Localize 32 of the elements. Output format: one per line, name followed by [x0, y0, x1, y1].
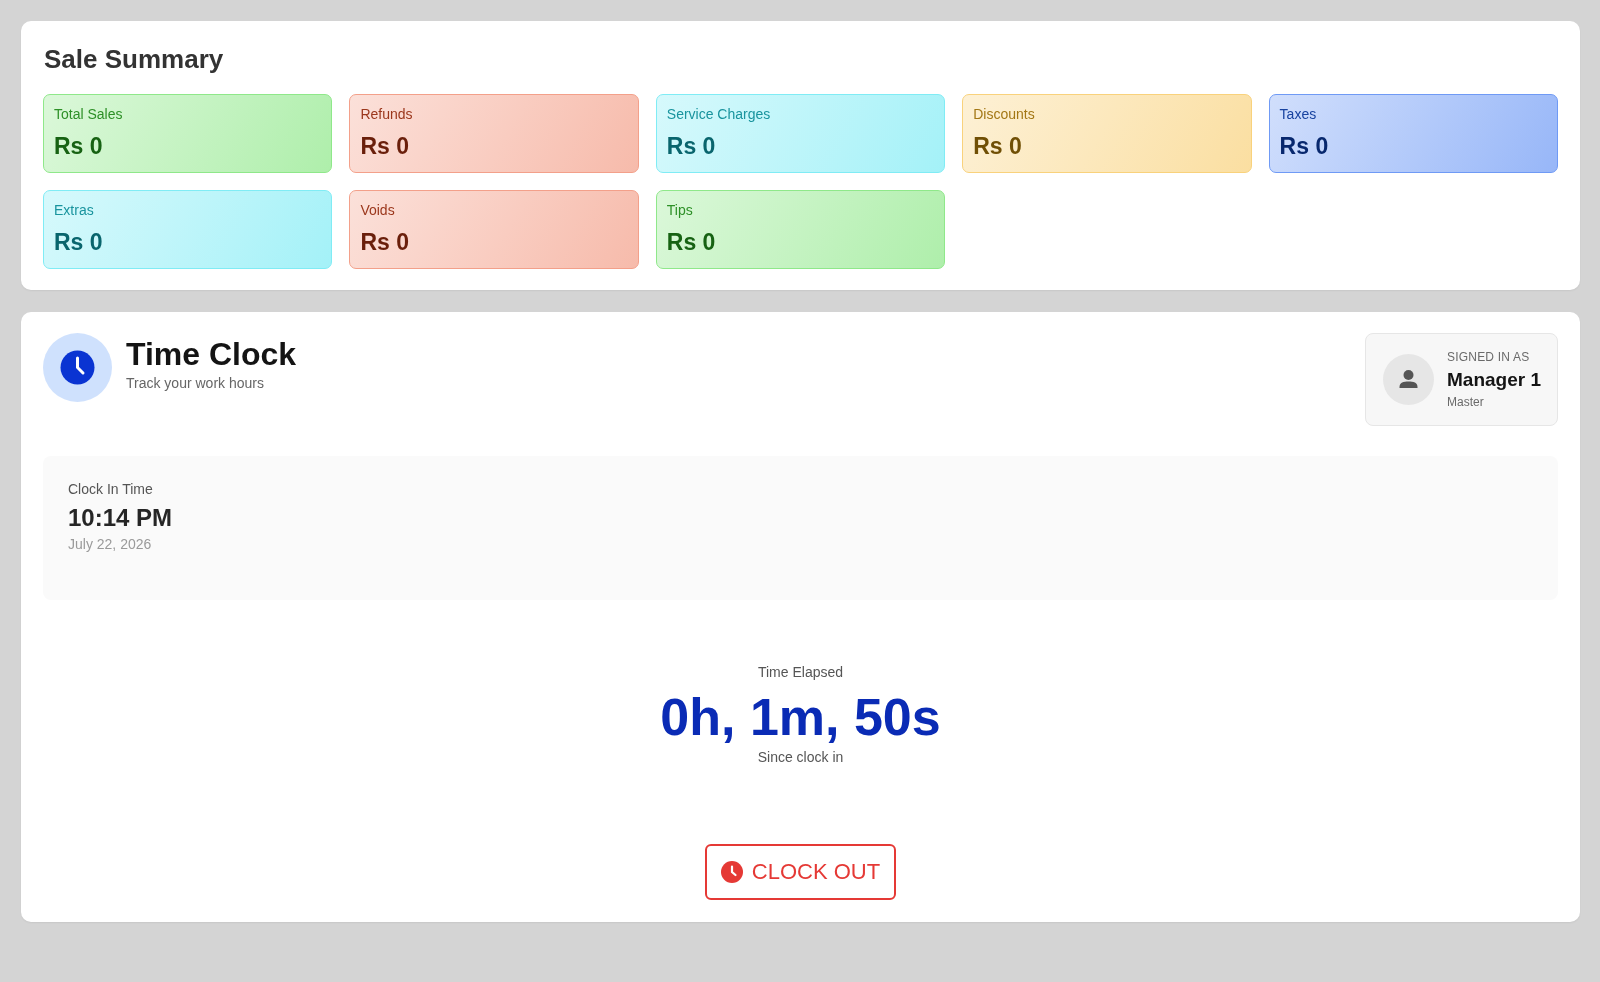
- card-value: Rs 0: [1279, 132, 1329, 160]
- card-value: Rs 0: [666, 132, 716, 160]
- card-label: Discounts: [973, 105, 1035, 123]
- card-label: Tips: [666, 201, 693, 219]
- clock-icon: [720, 861, 743, 883]
- card-label: Refunds: [360, 105, 413, 123]
- clock-in-date: July 22, 2026: [68, 536, 152, 552]
- card-value: Rs 0: [54, 132, 103, 160]
- card-value: Rs 0: [973, 132, 1022, 160]
- user-role: Master: [1447, 394, 1484, 410]
- card-label: Total Sales: [54, 105, 123, 123]
- user-name: Manager 1: [1447, 367, 1541, 392]
- card-value: Rs 0: [54, 228, 103, 256]
- elapsed-time: 0h, 1m, 50s: [660, 687, 941, 748]
- section-title: Sale Summary: [44, 43, 225, 76]
- card-label: Service Charges: [666, 105, 771, 123]
- page-title: Time Clock: [126, 335, 297, 373]
- subtitle: Track your work hours: [126, 374, 264, 392]
- signed-in-caption: SIGNED IN AS: [1447, 349, 1530, 365]
- card-label: Voids: [360, 201, 395, 219]
- elapsed-label: Time Elapsed: [757, 663, 844, 681]
- clock-in-time: 10:14 PM: [68, 504, 173, 532]
- card-label: Extras: [54, 201, 94, 219]
- clock-icon: [43, 333, 112, 402]
- elapsed-note: Since clock in: [757, 748, 844, 766]
- clock-in-label: Clock In Time: [68, 480, 153, 498]
- user-icon: [1383, 354, 1434, 405]
- card-value: Rs 0: [360, 228, 409, 256]
- clock-out-button[interactable]: CLOCK OUT: [704, 844, 897, 900]
- card-value: Rs 0: [360, 132, 409, 160]
- card-value: Rs 0: [666, 228, 716, 256]
- card-label: Taxes: [1279, 105, 1317, 123]
